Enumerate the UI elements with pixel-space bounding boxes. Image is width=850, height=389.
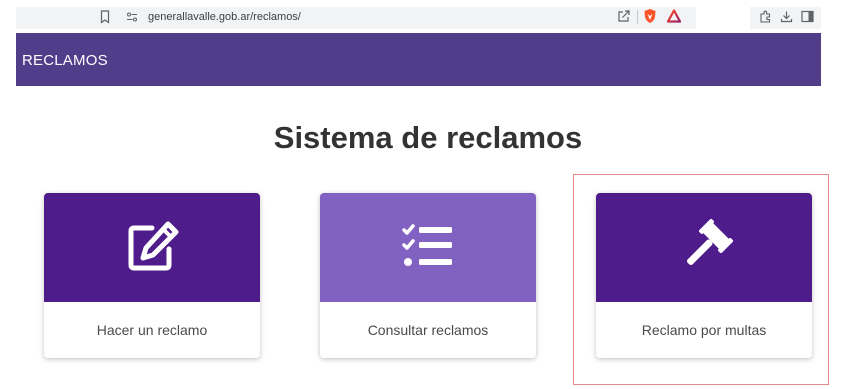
card-label: Consultar reclamos [367,322,489,338]
extensions-icon[interactable] [759,10,772,23]
sidebar-toggle-icon[interactable] [801,10,814,23]
share-icon[interactable] [617,9,631,23]
checklist-icon [402,223,452,266]
toolbar-divider [637,10,638,24]
page-title: Sistema de reclamos [273,120,583,155]
highlight-box [573,174,829,385]
card-header [320,193,536,302]
browser-toolbar: generallavalle.gob.ar/reclamos/ [0,0,850,34]
site-header: RECLAMOS [16,33,821,86]
toolbar-spacer [696,7,750,29]
card-header [44,193,260,302]
bookmark-icon[interactable] [100,10,110,24]
brave-rewards-icon[interactable] [667,9,681,23]
site-settings-icon[interactable] [126,11,138,23]
card-consultar-reclamos[interactable]: Consultar reclamos [320,193,536,358]
site-header-title[interactable]: RECLAMOS [22,52,108,69]
brave-shield-icon[interactable] [643,8,657,24]
card-hacer-reclamo[interactable]: Hacer un reclamo [44,193,260,358]
card-label: Hacer un reclamo [96,322,208,338]
download-icon[interactable] [780,10,793,23]
url-text[interactable]: generallavalle.gob.ar/reclamos/ [148,10,301,24]
edit-icon [128,221,179,270]
